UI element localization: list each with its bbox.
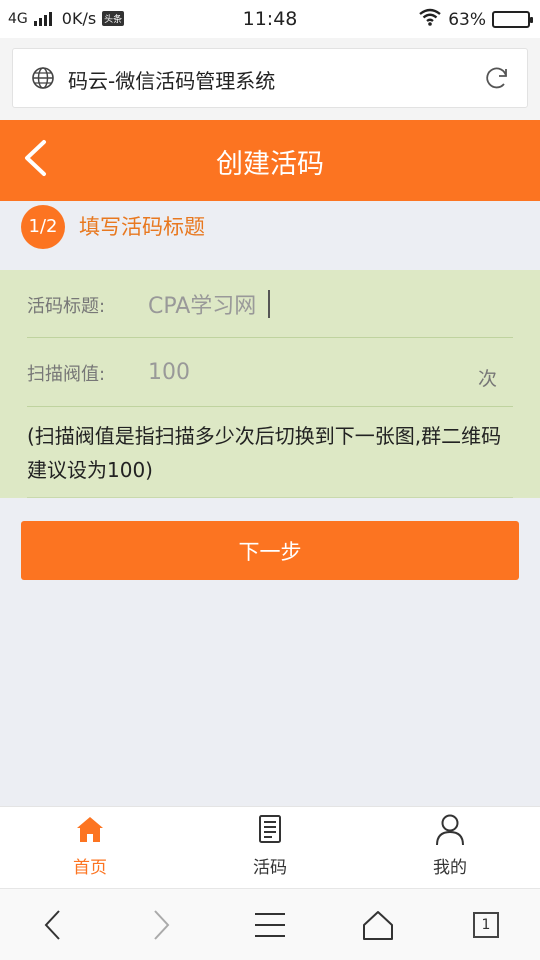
menu-icon [255, 913, 285, 937]
tab-home[interactable]: 首页 [0, 807, 180, 889]
threshold-hint: (扫描阀值是指扫描多少次后切换到下一张图,群二维码建议设为100) [27, 424, 502, 482]
step-badge: 1/2 [21, 205, 65, 249]
status-bar: 4G 0K/s 头条 11:48 63% [0, 0, 540, 38]
app-page: 4G 0K/s 头条 11:48 63% 码云-微信活码管理系统 创建活码 1/… [0, 0, 540, 960]
create-form: 活码标题: 扫描阀值: 次 (扫描阀值是指扫描多少次后切换到下一张图,群二维码建… [0, 270, 540, 498]
title-input[interactable] [148, 288, 448, 320]
home-outline-icon [363, 911, 393, 940]
chevron-left-icon [44, 910, 60, 940]
nav-menu-button[interactable] [243, 903, 297, 947]
threshold-unit: 次 [477, 368, 497, 390]
next-step-button[interactable]: 下一步 [21, 521, 519, 580]
bottom-tab-bar: 首页 活码 我的 [0, 806, 540, 888]
home-icon [0, 813, 180, 845]
chevron-right-icon [154, 910, 170, 940]
app-header: 创建活码 [0, 120, 540, 201]
hint-row: (扫描阀值是指扫描多少次后切换到下一张图,群二维码建议设为100) [27, 407, 513, 498]
document-icon [180, 813, 360, 845]
nav-forward-button[interactable] [134, 903, 188, 947]
browser-nav-bar: 1 [0, 888, 540, 960]
refresh-icon[interactable] [483, 64, 511, 96]
step-label: 填写活码标题 [79, 215, 205, 239]
title-row: 活码标题: [27, 270, 513, 338]
page-title: 码云-微信活码管理系统 [68, 69, 276, 93]
threshold-input[interactable] [148, 356, 448, 388]
tab-codes-label: 活码 [253, 858, 287, 878]
status-right: 63% [418, 8, 533, 31]
title-label: 活码标题: [27, 296, 106, 317]
nav-tabs-button[interactable]: 1 [459, 903, 513, 947]
battery-icon [492, 11, 533, 28]
threshold-label: 扫描阀值: [27, 364, 106, 385]
nav-home-button[interactable] [351, 903, 405, 947]
tab-codes[interactable]: 活码 [180, 807, 360, 889]
nav-back-button[interactable] [26, 903, 80, 947]
tab-mine[interactable]: 我的 [360, 807, 540, 889]
address-bar[interactable]: 码云-微信活码管理系统 [12, 48, 528, 108]
tab-home-label: 首页 [73, 858, 107, 878]
step-indicator: 1/2 填写活码标题 [0, 201, 540, 270]
text-caret [268, 290, 270, 318]
browser-address-area: 码云-微信活码管理系统 [0, 38, 540, 120]
threshold-row: 扫描阀值: 次 [27, 338, 513, 407]
tab-mine-label: 我的 [433, 858, 467, 878]
battery-percent: 63% [448, 9, 486, 30]
globe-icon [31, 66, 55, 94]
wifi-icon [418, 8, 442, 31]
tab-count: 1 [473, 912, 499, 938]
header-title: 创建活码 [216, 149, 324, 180]
user-icon [360, 813, 540, 847]
